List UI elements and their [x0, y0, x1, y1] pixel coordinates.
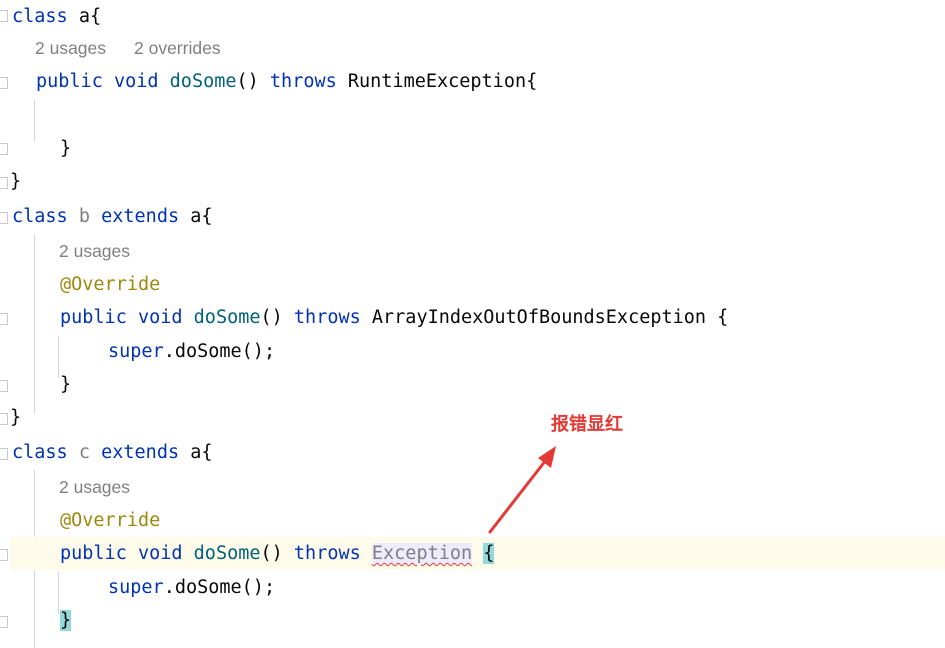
keyword: public: [60, 543, 127, 564]
exception-type: RuntimeException: [347, 71, 527, 92]
brace: }: [10, 407, 22, 428]
exception-type: ArrayIndexOutOfBoundsException: [371, 307, 707, 328]
fold-marker-icon[interactable]: [0, 10, 8, 22]
keyword: class: [12, 206, 68, 227]
code-line[interactable]: }: [60, 132, 945, 165]
code-line[interactable]: public void doSome() throws Exception {: [60, 537, 495, 570]
parens: (): [236, 71, 259, 92]
brace: {: [89, 6, 102, 27]
keyword: extends: [101, 442, 180, 463]
code-line[interactable]: public void doSome() throws ArrayIndexOu…: [60, 301, 945, 334]
keyword: super: [108, 577, 164, 598]
override-annotation: @Override: [60, 510, 161, 531]
keyword: public: [60, 307, 127, 328]
red-arrow-icon: [488, 446, 556, 534]
fold-marker-icon[interactable]: [0, 313, 8, 325]
error-exception-type[interactable]: Exception: [371, 543, 473, 564]
fold-marker-icon[interactable]: [0, 448, 8, 460]
usages-hint[interactable]: 2 usages: [35, 32, 106, 65]
fold-marker-icon[interactable]: [0, 549, 8, 561]
parens: (): [260, 543, 283, 564]
code-line[interactable]: }: [10, 401, 945, 434]
fold-marker-icon[interactable]: [0, 616, 8, 628]
editor-gutter: [0, 0, 10, 648]
indent-guide: [58, 572, 59, 614]
keyword: class: [12, 6, 68, 27]
code-line[interactable]: super.doSome();: [108, 571, 945, 604]
code-line[interactable]: @Override: [60, 268, 945, 301]
method-call: .doSome();: [163, 577, 276, 598]
keyword: throws: [293, 543, 361, 564]
code-line[interactable]: class c extends a{: [12, 436, 945, 469]
usages-hint[interactable]: 2 usages: [59, 235, 130, 268]
usages-hint[interactable]: 2 usages: [59, 471, 130, 504]
class-name: a: [78, 6, 90, 27]
keyword: void: [137, 543, 183, 564]
fold-marker-icon[interactable]: [0, 212, 8, 224]
keyword: void: [137, 307, 183, 328]
class-name: c: [78, 442, 90, 463]
fold-marker-icon[interactable]: [0, 380, 8, 392]
method-call: .doSome();: [163, 341, 276, 362]
brace: {: [201, 442, 213, 463]
code-line[interactable]: }: [10, 165, 945, 198]
keyword: throws: [269, 71, 337, 92]
matched-brace: }: [60, 610, 72, 631]
override-annotation: @Override: [60, 274, 161, 295]
parent-class: a: [190, 206, 202, 227]
method-name: doSome: [193, 543, 261, 564]
keyword: void: [113, 71, 159, 92]
fold-marker-icon[interactable]: [0, 177, 8, 189]
code-line[interactable]: }: [60, 604, 945, 637]
overrides-hint[interactable]: 2 overrides: [134, 32, 221, 65]
fold-marker-icon[interactable]: [0, 413, 8, 425]
code-line[interactable]: public void doSome() throws RuntimeExcep…: [36, 65, 945, 98]
code-line[interactable]: }: [60, 368, 945, 401]
keyword: super: [108, 341, 164, 362]
class-name: b: [78, 206, 90, 227]
matched-brace: {: [483, 543, 495, 564]
parens: (): [260, 307, 283, 328]
brace: {: [201, 206, 213, 227]
method-name: doSome: [193, 307, 261, 328]
code-line[interactable]: class b extends a{: [12, 200, 945, 233]
indent-guide: [58, 336, 59, 378]
keyword: extends: [101, 206, 180, 227]
brace: }: [60, 138, 72, 159]
keyword: class: [12, 442, 68, 463]
fold-marker-icon[interactable]: [0, 77, 8, 89]
code-line[interactable]: class a{: [12, 0, 945, 33]
method-name: doSome: [169, 71, 237, 92]
error-annotation-text: 报错显红: [551, 414, 623, 435]
code-line[interactable]: super.doSome();: [108, 335, 945, 368]
brace: }: [10, 171, 22, 192]
fold-marker-icon[interactable]: [0, 143, 8, 155]
brace: {: [717, 307, 729, 328]
parent-class: a: [190, 442, 202, 463]
keyword: throws: [293, 307, 361, 328]
brace: {: [526, 71, 538, 92]
brace: }: [60, 374, 72, 395]
indent-guide: [34, 234, 35, 414]
indent-guide: [34, 100, 35, 142]
keyword: public: [36, 71, 103, 92]
